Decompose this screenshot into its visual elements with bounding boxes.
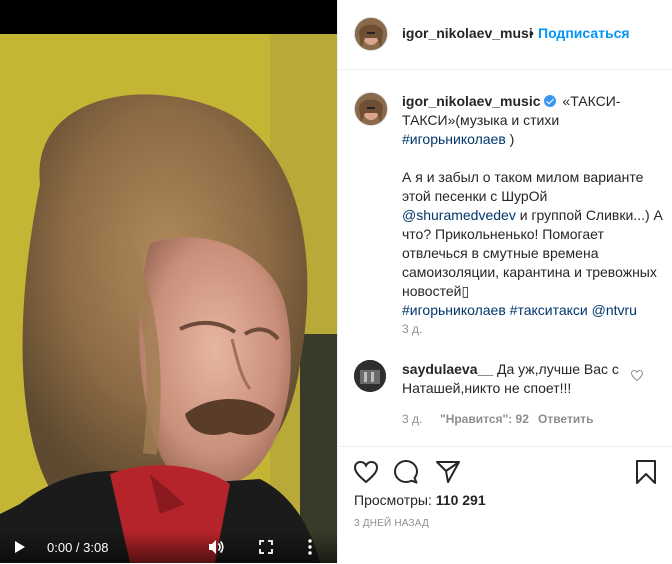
send-icon (436, 461, 460, 483)
like-button[interactable] (353, 460, 379, 488)
caption-text-2a: А я и забыл о таком милом варианте этой … (402, 169, 644, 204)
volume-button[interactable] (208, 539, 224, 558)
caption-time[interactable]: 3 д. (402, 322, 422, 336)
caption-username[interactable]: igor_nikolaev_music (402, 93, 541, 109)
header-dot: • (529, 25, 534, 41)
comment-button[interactable] (394, 460, 418, 489)
caption-text-1-end: ) (505, 131, 515, 147)
video-time: 0:00 / 3:08 (47, 540, 108, 555)
post-header: igor_nikolaev_musi • Подписаться (338, 0, 672, 70)
video-frame-image (0, 34, 337, 563)
avatar-image (355, 93, 387, 125)
bookmark-icon (636, 460, 656, 484)
post-caption: igor_nikolaev_music «ТАКСИ-ТАКСИ»(музыка… (402, 92, 664, 320)
hashtag-link[interactable]: #такситакси (510, 302, 588, 318)
play-button[interactable] (14, 540, 26, 557)
video-player[interactable]: 0:00 / 3:08 (0, 0, 337, 563)
fullscreen-icon (259, 540, 273, 554)
mention-link[interactable]: @ntvru (592, 302, 637, 318)
comment-time[interactable]: 3 д. (402, 412, 422, 426)
video-controls: 0:00 / 3:08 (0, 531, 337, 563)
current-time: 0:00 (47, 540, 73, 555)
more-vertical-icon (308, 539, 312, 555)
fullscreen-button[interactable] (259, 540, 273, 557)
caption-first-paragraph: igor_nikolaev_music «ТАКСИ-ТАКСИ»(музыка… (402, 92, 664, 149)
avatar-image (355, 18, 387, 50)
reply-button[interactable]: Ответить (538, 412, 593, 426)
avatar-image (354, 360, 386, 392)
comment: saydulaeva__ Да уж,лучше Вас с Наташей,н… (402, 360, 642, 398)
mention-link[interactable]: @shuramedvedev (402, 207, 516, 223)
header-username[interactable]: igor_nikolaev_musi (402, 25, 533, 41)
more-button[interactable] (308, 539, 312, 558)
heart-icon (353, 460, 379, 484)
verified-badge-icon (543, 95, 556, 107)
comment-likes[interactable]: "Нравится": 92 (440, 412, 529, 426)
views-count[interactable]: Просмотры: 110 291 (354, 492, 486, 508)
post-date[interactable]: 3 ДНЕЙ НАЗАД (354, 518, 429, 529)
follow-button[interactable]: Подписаться (538, 25, 630, 41)
views-value: 110 291 (435, 492, 486, 508)
duration: 3:08 (83, 540, 109, 555)
comment-icon (394, 460, 418, 484)
avatar[interactable] (354, 17, 388, 51)
time-separator: / (72, 540, 84, 555)
hashtag-link[interactable]: #игорьниколаев (402, 302, 506, 318)
video-top-bar (0, 0, 337, 34)
play-icon (15, 541, 25, 553)
share-button[interactable] (436, 461, 460, 488)
post-panel: igor_nikolaev_musi • Подписаться igor_ni… (337, 0, 672, 563)
comment-username[interactable]: saydulaeva__ (402, 361, 493, 377)
save-button[interactable] (636, 460, 656, 489)
views-label: Просмотры: (354, 492, 432, 508)
volume-icon (209, 540, 224, 554)
comment-like-button[interactable] (630, 368, 644, 386)
hashtag-link[interactable]: #игорьниколаев (402, 131, 506, 147)
caption-avatar[interactable] (354, 92, 388, 126)
caption-second-paragraph: А я и забыл о таком милом варианте этой … (402, 168, 664, 320)
heart-outline-icon (630, 369, 644, 382)
comment-avatar[interactable] (354, 360, 386, 392)
video-frame[interactable] (0, 34, 337, 563)
